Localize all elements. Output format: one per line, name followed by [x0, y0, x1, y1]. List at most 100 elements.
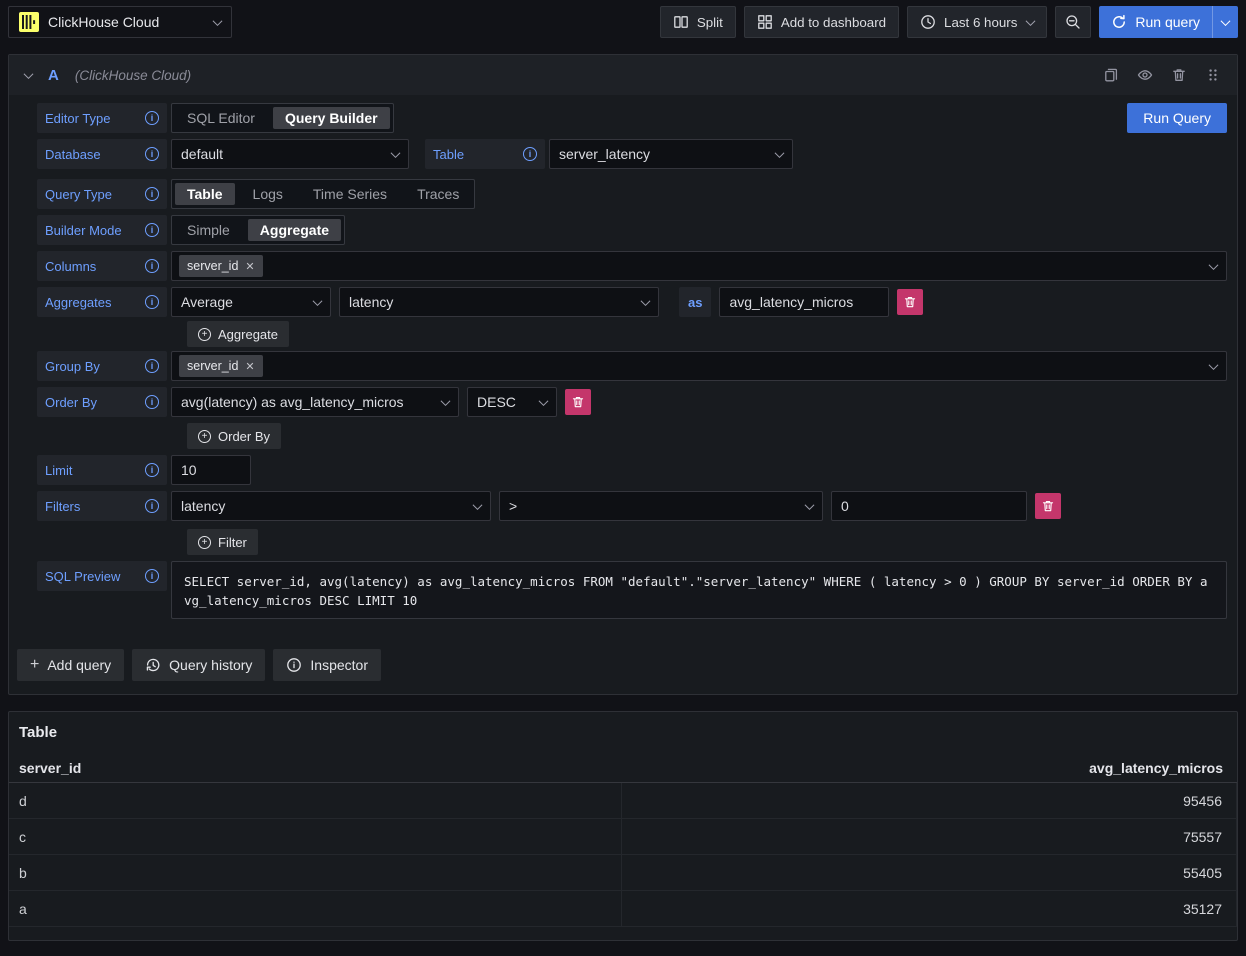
chevron-down-icon: [313, 296, 323, 306]
group-by-chip[interactable]: server_id ✕: [179, 355, 263, 377]
info-icon[interactable]: [145, 463, 159, 477]
split-button[interactable]: Split: [660, 6, 736, 38]
delete-query-trash-icon[interactable]: [1171, 67, 1187, 83]
datasource-picker[interactable]: ClickHouse Cloud: [8, 6, 232, 38]
query-datasource-hint: (ClickHouse Cloud): [75, 68, 191, 83]
column-header-avg-latency[interactable]: avg_latency_micros: [622, 760, 1237, 776]
query-type-toggle: Table Logs Time Series Traces: [171, 179, 475, 209]
add-to-dashboard-button[interactable]: Add to dashboard: [744, 6, 899, 38]
plus-icon: +: [30, 656, 39, 674]
builder-mode-row: Builder Mode Simple Aggregate: [37, 215, 1227, 245]
column-header-server-id[interactable]: server_id: [9, 760, 622, 776]
info-icon[interactable]: [145, 295, 159, 309]
columns-label: Columns: [37, 251, 167, 281]
add-query-button[interactable]: + Add query: [17, 649, 124, 681]
group-by-row: Group By server_id ✕: [37, 351, 1227, 381]
duplicate-query-icon[interactable]: [1103, 67, 1119, 83]
columns-row: Columns server_id ✕: [37, 251, 1227, 281]
add-aggregate-button[interactable]: Aggregate: [187, 321, 289, 347]
limit-input[interactable]: 10: [171, 455, 251, 485]
zoom-out-button[interactable]: [1055, 6, 1091, 38]
group-by-multiselect[interactable]: server_id ✕: [171, 351, 1227, 381]
database-select[interactable]: default: [171, 139, 409, 169]
plus-circle-icon: [198, 430, 211, 443]
filter-column-select[interactable]: latency: [171, 491, 491, 521]
query-type-row: Query Type Table Logs Time Series Traces: [37, 179, 1227, 209]
sql-preview-row: SQL Preview SELECT server_id, avg(latenc…: [37, 561, 1227, 619]
datasource-name: ClickHouse Cloud: [48, 14, 205, 30]
collapse-chevron-icon[interactable]: [24, 69, 34, 79]
info-icon[interactable]: [145, 359, 159, 373]
table-row: d 95456: [9, 783, 1237, 819]
cell-avg-latency: 95456: [622, 783, 1237, 818]
query-ref-id[interactable]: A: [48, 67, 59, 84]
aggregates-label: Aggregates: [37, 287, 167, 317]
filter-value-input[interactable]: 0: [831, 491, 1027, 521]
editor-type-label: Editor Type: [37, 103, 167, 133]
table-label: Table: [425, 139, 545, 169]
group-by-label: Group By: [37, 351, 167, 381]
clickhouse-logo-icon: [19, 12, 39, 32]
remove-filter-button[interactable]: [1035, 493, 1061, 519]
remove-chip-icon[interactable]: ✕: [245, 360, 254, 373]
chevron-down-icon: [441, 396, 451, 406]
run-query-editor-button[interactable]: Run Query: [1127, 103, 1227, 133]
hide-query-eye-icon[interactable]: [1137, 67, 1153, 83]
drag-handle-icon[interactable]: [1205, 67, 1221, 83]
info-icon[interactable]: [145, 111, 159, 125]
cell-server-id: c: [9, 819, 622, 854]
info-icon[interactable]: [145, 395, 159, 409]
run-query-button[interactable]: Run query: [1099, 6, 1212, 38]
order-by-direction-select[interactable]: DESC: [467, 387, 557, 417]
remove-order-by-button[interactable]: [565, 389, 591, 415]
clock-icon: [920, 14, 936, 30]
column-chip[interactable]: server_id ✕: [179, 255, 263, 277]
builder-mode-simple-option[interactable]: Simple: [172, 216, 245, 244]
run-query-label: Run query: [1135, 14, 1200, 30]
query-builder-form: Editor Type SQL Editor Query Builder Run…: [9, 95, 1237, 619]
table-panel-title: Table: [9, 720, 1237, 753]
add-filter-button[interactable]: Filter: [187, 529, 258, 555]
split-label: Split: [697, 15, 723, 30]
table-row: b 55405: [9, 855, 1237, 891]
chevron-down-icon: [1026, 16, 1036, 26]
aggregate-function-select[interactable]: Average: [171, 287, 331, 317]
query-type-traces-option[interactable]: Traces: [402, 180, 474, 208]
query-editor-panel: A (ClickHouse Cloud) Editor Type: [8, 54, 1238, 695]
order-by-expression-select[interactable]: avg(latency) as avg_latency_micros: [171, 387, 459, 417]
builder-mode-aggregate-option[interactable]: Aggregate: [248, 219, 341, 241]
info-icon[interactable]: [145, 259, 159, 273]
table-row: c 75557: [9, 819, 1237, 855]
query-builder-option[interactable]: Query Builder: [273, 107, 390, 129]
query-type-table-option[interactable]: Table: [175, 183, 235, 205]
info-icon[interactable]: [523, 147, 537, 161]
cell-avg-latency: 35127: [622, 891, 1237, 926]
add-filter-row: Filter: [37, 529, 1227, 555]
chevron-down-icon: [539, 396, 549, 406]
query-history-button[interactable]: Query history: [132, 649, 265, 681]
sql-editor-option[interactable]: SQL Editor: [172, 104, 270, 132]
remove-chip-icon[interactable]: ✕: [245, 260, 254, 273]
database-label: Database: [37, 139, 167, 169]
query-type-logs-option[interactable]: Logs: [238, 180, 298, 208]
info-icon[interactable]: [145, 223, 159, 237]
columns-multiselect[interactable]: server_id ✕: [171, 251, 1227, 281]
info-icon[interactable]: [145, 187, 159, 201]
info-icon[interactable]: [145, 499, 159, 513]
info-icon[interactable]: [145, 147, 159, 161]
aggregate-column-select[interactable]: latency: [339, 287, 659, 317]
order-by-label: Order By: [37, 387, 167, 417]
table-select[interactable]: server_latency: [549, 139, 793, 169]
query-type-timeseries-option[interactable]: Time Series: [298, 180, 402, 208]
remove-aggregate-button[interactable]: [897, 289, 923, 315]
inspector-button[interactable]: Inspector: [273, 649, 381, 681]
chevron-down-icon: [775, 148, 785, 158]
cell-server-id: d: [9, 783, 622, 818]
run-query-options-button[interactable]: [1212, 6, 1238, 38]
filter-operator-select[interactable]: >: [499, 491, 823, 521]
aggregate-alias-input[interactable]: avg_latency_micros: [719, 287, 889, 317]
info-icon[interactable]: [145, 569, 159, 583]
zoom-out-icon: [1065, 14, 1081, 30]
time-range-picker[interactable]: Last 6 hours: [907, 6, 1047, 38]
add-order-by-button[interactable]: Order By: [187, 423, 281, 449]
